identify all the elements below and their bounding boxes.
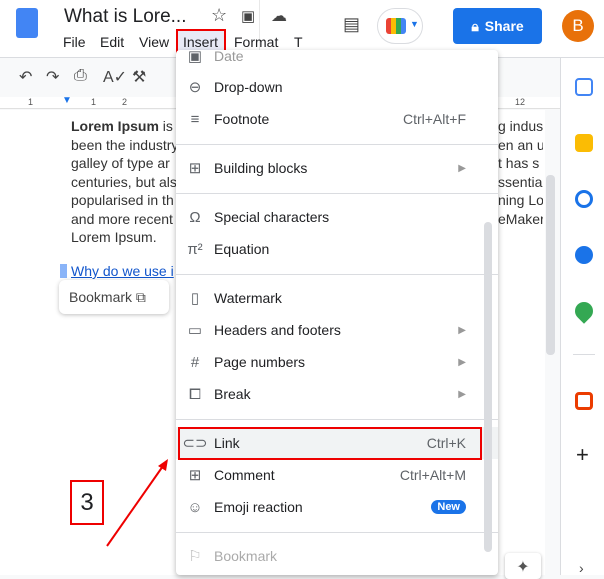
- ruler-tick: 12: [515, 97, 526, 107]
- emoji-icon: ☺: [187, 498, 203, 516]
- comments-icon[interactable]: ▤: [343, 14, 360, 35]
- menu-item-bookmark: ⚐ Bookmark: [176, 540, 498, 572]
- document-body-right: g indust en an ur t has s ssential ning …: [498, 117, 543, 228]
- docs-logo-icon[interactable]: [16, 8, 38, 38]
- step-number-label: 3: [70, 480, 104, 525]
- menu-item-equation[interactable]: π² Equation: [176, 233, 498, 265]
- menu-item-comment[interactable]: ⊞ Comment Ctrl+Alt+M: [176, 459, 498, 491]
- chevron-down-icon: ▼: [410, 19, 419, 29]
- dropdown-icon: ⊖: [188, 79, 202, 96]
- menu-item-footnote[interactable]: ≡ Footnote Ctrl+Alt+F: [176, 103, 498, 135]
- watermark-icon: ▯: [190, 290, 200, 307]
- menu-view[interactable]: View: [139, 34, 169, 50]
- building-blocks-icon: ⊞: [188, 160, 202, 177]
- tasks-icon[interactable]: [575, 190, 593, 208]
- menu-item-break[interactable]: ⧠ Break ▶: [176, 378, 498, 410]
- menu-tools[interactable]: T: [294, 34, 303, 50]
- menu-insert[interactable]: Insert: [183, 34, 218, 50]
- bold-text: Lorem Ipsum: [71, 118, 159, 134]
- text-line: en an ur: [498, 136, 543, 153]
- separator: [176, 144, 498, 145]
- redo-icon[interactable]: ↷: [46, 67, 59, 87]
- menu-item-page-numbers[interactable]: # Page numbers ▶: [176, 346, 498, 378]
- bookmark-icon: ⚐: [188, 548, 202, 565]
- text-line: eMaker: [498, 210, 543, 227]
- bookmark-chip[interactable]: Bookmark ⧉: [59, 280, 169, 314]
- text-line: ssential: [498, 173, 543, 190]
- new-badge: New: [431, 500, 466, 514]
- document-scrollbar[interactable]: [546, 175, 555, 355]
- maps-icon[interactable]: [571, 298, 597, 324]
- share-button[interactable]: 🔒︎ Share: [453, 8, 542, 44]
- undo-icon[interactable]: ↶: [19, 67, 32, 87]
- divider: [573, 354, 595, 355]
- calendar-icon: ▣: [187, 50, 203, 65]
- separator: [176, 419, 498, 420]
- plus-icon[interactable]: +: [576, 442, 589, 468]
- menu-item-date[interactable]: ▣ Date: [176, 50, 498, 72]
- ruler-tick: 2: [122, 97, 128, 107]
- menu-item-headers-footers[interactable]: ▭ Headers and footers ▶: [176, 314, 498, 346]
- submenu-arrow-icon: ▶: [458, 388, 466, 400]
- paint-format-icon[interactable]: ⚒: [132, 67, 146, 87]
- footnote-icon: ≡: [190, 110, 200, 128]
- ruler-tick: 1: [28, 97, 34, 107]
- star-icon[interactable]: ☆: [211, 5, 227, 26]
- menu-item-dropdown[interactable]: ⊖ Drop-down: [176, 71, 498, 103]
- avatar[interactable]: B: [562, 10, 594, 42]
- menu-edit[interactable]: Edit: [100, 34, 124, 50]
- submenu-arrow-icon: ▶: [458, 162, 466, 174]
- chevron-right-icon[interactable]: ›: [579, 560, 584, 576]
- print-icon[interactable]: ⎙: [74, 67, 87, 85]
- menu-item-special-characters[interactable]: Ω Special characters: [176, 201, 498, 233]
- hash-icon: #: [190, 353, 200, 371]
- lock-icon: 🔒︎: [471, 17, 479, 34]
- copy-icon[interactable]: ⧉: [136, 289, 146, 305]
- menu-scrollbar[interactable]: [484, 222, 492, 552]
- bookmark-flag-icon: [60, 264, 67, 278]
- side-panel: + ›: [560, 58, 604, 576]
- menu-file[interactable]: File: [63, 34, 86, 50]
- separator: [176, 274, 498, 275]
- meet-icon: [386, 18, 406, 34]
- spellcheck-icon[interactable]: A✓: [103, 67, 127, 87]
- text-line: t has s: [498, 155, 540, 171]
- menu-format[interactable]: Format: [234, 34, 278, 50]
- menu-item-watermark[interactable]: ▯ Watermark: [176, 282, 498, 314]
- calendar-icon[interactable]: [575, 78, 593, 96]
- submenu-arrow-icon: ▶: [458, 356, 466, 368]
- comment-icon: ⊞: [188, 467, 202, 484]
- text-line: g indust: [498, 118, 543, 134]
- explore-button[interactable]: ✦: [505, 553, 541, 579]
- cloud-status-icon[interactable]: ☁: [271, 6, 287, 26]
- indent-marker-icon[interactable]: ▼: [62, 95, 72, 106]
- insert-menu: ▣ Date ⊖ Drop-down ≡ Footnote Ctrl+Alt+F ⊞ Bu…: [176, 50, 498, 575]
- break-icon: ⧠: [188, 385, 201, 403]
- heading-link[interactable]: Why do we use i: [71, 263, 174, 279]
- keep-icon[interactable]: [575, 134, 593, 152]
- omega-icon: Ω: [189, 208, 201, 226]
- separator: [176, 532, 498, 533]
- ruler-tick: 1: [91, 97, 97, 107]
- pi-icon: π²: [187, 240, 203, 258]
- contacts-icon[interactable]: [575, 246, 593, 264]
- link-highlight-box: [178, 427, 482, 460]
- header-footer-icon: ▭: [187, 322, 203, 339]
- submenu-arrow-icon: ▶: [458, 324, 466, 336]
- separator: [176, 193, 498, 194]
- text-line: ning Lor: [498, 192, 543, 208]
- menu-item-building-blocks[interactable]: ⊞ Building blocks ▶: [176, 152, 498, 184]
- menu-item-emoji-reaction[interactable]: ☺ Emoji reaction New: [176, 491, 498, 523]
- text-line: is: [162, 118, 173, 134]
- document-title[interactable]: What is Lore...: [64, 6, 187, 28]
- meet-button[interactable]: ▼: [377, 8, 423, 44]
- bookmark-chip-label: Bookmark: [69, 289, 133, 305]
- office-addon-icon[interactable]: [575, 392, 593, 410]
- move-folder-icon[interactable]: ▣: [241, 7, 255, 25]
